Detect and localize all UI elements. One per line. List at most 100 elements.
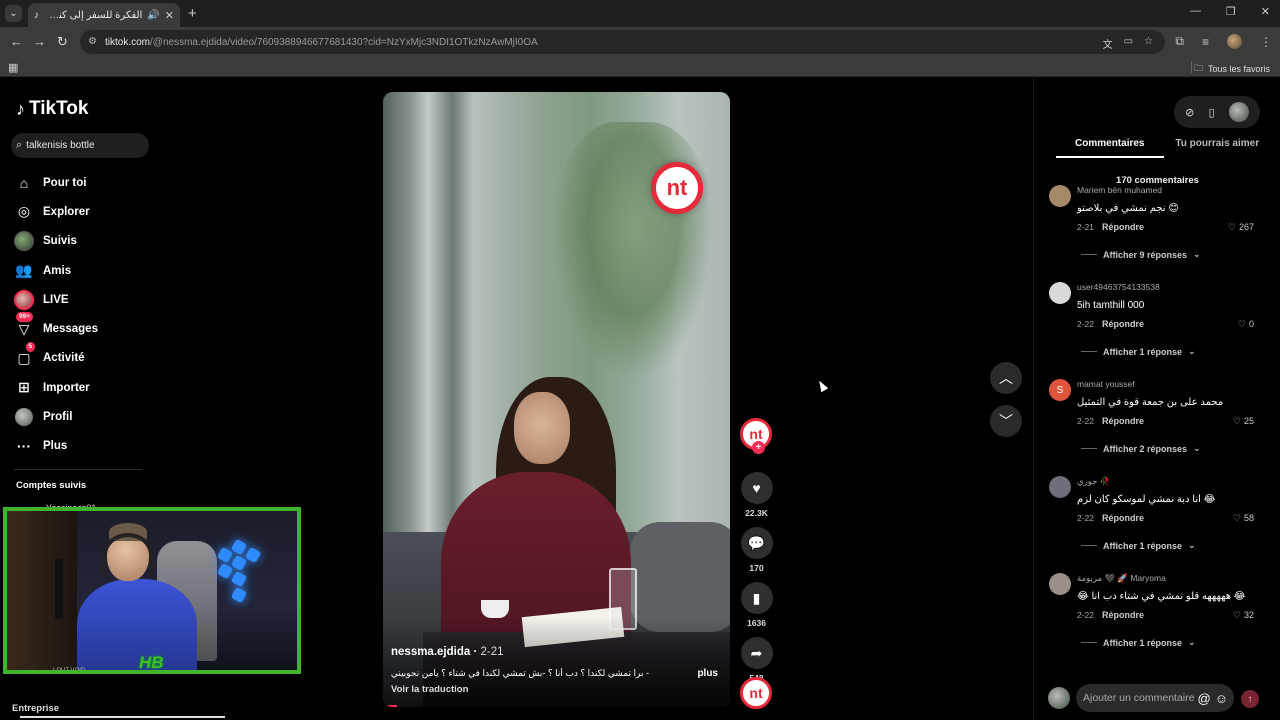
close-tab-icon[interactable]: ✕: [165, 9, 174, 22]
follow-plus-icon[interactable]: +: [752, 441, 765, 454]
share-button[interactable]: ➦: [740, 637, 773, 669]
tab-you-may-like[interactable]: Tu pourrais aimer: [1164, 138, 1272, 158]
video-author-name[interactable]: nessma.ejdida: [391, 646, 470, 658]
toolbar-actions: ⧉ ≡ ⋮: [1175, 34, 1272, 49]
site-info-icon[interactable]: ⚙: [88, 36, 100, 48]
reply-button[interactable]: Répondre: [1102, 222, 1144, 232]
cast-icon[interactable]: ▭: [1124, 36, 1133, 51]
stream-handle: LOUT VOID: [53, 668, 86, 674]
comment-like-button[interactable]: ♡ 58: [1233, 513, 1254, 524]
more-menu-icon[interactable]: ⋮: [1260, 35, 1272, 49]
user-avatar[interactable]: [1228, 102, 1249, 122]
search-input[interactable]: [26, 140, 137, 151]
video-author[interactable]: nessma.ejdida · 2-21: [391, 646, 504, 658]
video-player[interactable]: nt nessma.ejdida · 2-21 - برا تمشي لكندا…: [383, 92, 730, 707]
tab-search-menu-button[interactable]: ⌄: [5, 5, 22, 22]
like-button[interactable]: ♥: [740, 472, 773, 504]
media-control-icon[interactable]: ≡: [1202, 35, 1209, 49]
bookmark-star-icon[interactable]: ☆: [1144, 36, 1153, 51]
comment-like-button[interactable]: ♡ 25: [1233, 416, 1254, 427]
audio-playing-icon[interactable]: 🔊: [147, 10, 159, 21]
comment-like-button[interactable]: ♡ 0: [1238, 319, 1254, 330]
profile-avatar-icon[interactable]: [1227, 34, 1242, 49]
see-translation-button[interactable]: Voir la traduction: [391, 684, 468, 695]
chevron-up-icon: ︿: [999, 370, 1013, 386]
commenter-avatar[interactable]: [1049, 476, 1071, 498]
mention-at-icon[interactable]: @: [1198, 691, 1211, 706]
address-bar[interactable]: ⚙ tiktok.com/@nessma.ejdida/video/760938…: [80, 30, 1165, 54]
sidebar-item-messages[interactable]: ▽ 99+ Messages: [14, 312, 154, 343]
footer-company-link[interactable]: Entreprise: [12, 703, 59, 714]
phone-icon[interactable]: ▯: [1209, 106, 1215, 119]
apps-grid-icon[interactable]: ▦: [8, 61, 18, 74]
sidebar-item-suivis[interactable]: Suivis: [14, 227, 154, 256]
sidebar-item-pour-toi[interactable]: ⌂ Pour toi: [14, 168, 154, 197]
next-video-button[interactable]: ﹀: [990, 405, 1022, 437]
commenter-avatar[interactable]: S: [1049, 379, 1071, 401]
show-replies-button[interactable]: Afficher 1 réponse ⌄: [1081, 346, 1196, 357]
show-replies-button[interactable]: Afficher 1 réponse ⌄: [1081, 540, 1196, 551]
sidebar-item-explorer[interactable]: ◎ Explorer: [14, 197, 154, 226]
all-bookmarks-button[interactable]: 🗀 Tous les favoris: [1194, 61, 1270, 77]
emoji-icon[interactable]: ☺: [1215, 691, 1228, 706]
commenter-name[interactable]: Mariem bén muhamed: [1077, 185, 1162, 195]
video-progress-bar[interactable]: [383, 705, 397, 707]
browser-tab-active[interactable]: ♪ الفكرة للسفر إلى كندا في الث... 🔊 ✕: [28, 3, 180, 27]
show-replies-button[interactable]: Afficher 9 réponses ⌄: [1081, 249, 1201, 260]
comment-button[interactable]: 💬: [740, 527, 773, 559]
sidebar-item-plus[interactable]: ··· Plus: [14, 432, 154, 461]
search-icon: ⌕: [16, 139, 23, 151]
comment-date: 2-22: [1077, 319, 1095, 329]
comment-input[interactable]: Ajouter un commentaire... @ ☺: [1076, 684, 1234, 712]
commenter-avatar[interactable]: [1049, 282, 1071, 304]
reply-button[interactable]: Répondre: [1102, 610, 1144, 620]
sidebar-item-amis[interactable]: 👥 Amis: [14, 256, 154, 285]
reply-button[interactable]: Répondre: [1102, 319, 1144, 329]
tab-comments[interactable]: Commentaires: [1056, 138, 1164, 158]
send-arrow-icon[interactable]: ↑: [1241, 690, 1259, 708]
translate-icon[interactable]: 文: [1103, 36, 1113, 51]
show-replies-button[interactable]: Afficher 2 réponses ⌄: [1081, 443, 1201, 454]
bookmarks-separator: [1191, 61, 1192, 73]
reload-icon[interactable]: ↻: [57, 34, 68, 50]
comments-panel: ⊘ ▯ Commentaires Tu pourrais aimer 170 c…: [1033, 78, 1280, 720]
previous-video-button[interactable]: ︿: [990, 362, 1022, 394]
sidebar-item-importer[interactable]: ⊞ Importer: [14, 373, 154, 402]
commenter-name[interactable]: user49463754133538: [1077, 282, 1160, 292]
forward-arrow-icon[interactable]: →: [33, 34, 46, 49]
sidebar-item-live[interactable]: LIVE: [14, 285, 154, 314]
tiktok-logo[interactable]: ♪ TikTok: [16, 98, 88, 120]
back-arrow-icon[interactable]: ←: [10, 34, 23, 49]
comment-date: 2-22: [1077, 416, 1095, 426]
minimize-icon[interactable]: —: [1190, 5, 1201, 18]
commenter-name[interactable]: mamat youssef: [1077, 379, 1135, 389]
save-button[interactable]: ▮: [740, 582, 773, 614]
video-date: 2-21: [480, 646, 504, 658]
sound-disc-icon[interactable]: nt: [740, 677, 772, 709]
extensions-icon[interactable]: ⧉: [1175, 34, 1184, 49]
footer-scroll-indicator: [20, 716, 225, 718]
upload-plus-icon: ⊞: [18, 379, 30, 396]
window-controls: — ❐ ✕: [1190, 5, 1270, 18]
like-count: 22.3K: [745, 508, 768, 518]
new-tab-button[interactable]: +: [188, 5, 197, 22]
comment-composer: Ajouter un commentaire... @ ☺ ↑: [1048, 682, 1273, 716]
commenter-name[interactable]: جوري 🥀: [1077, 476, 1110, 487]
show-replies-button[interactable]: Afficher 1 réponse ⌄: [1081, 637, 1196, 648]
reply-button[interactable]: Répondre: [1102, 513, 1144, 523]
creator-avatar[interactable]: nt +: [740, 418, 772, 454]
compass-icon[interactable]: ⊘: [1185, 106, 1194, 119]
restore-icon[interactable]: ❐: [1226, 5, 1236, 18]
search-box[interactable]: ⌕: [11, 133, 149, 158]
comment-like-button[interactable]: ♡ 267: [1228, 222, 1254, 233]
sidebar-item-profil[interactable]: Profil: [14, 402, 154, 431]
caption-more-button[interactable]: plus: [697, 668, 718, 679]
sound-disc-logo: nt: [749, 685, 763, 701]
reply-button[interactable]: Répondre: [1102, 416, 1144, 426]
sidebar-item-activite[interactable]: ▢ 5 Activité: [14, 342, 154, 373]
commenter-name[interactable]: مريومة 🖤 🚀 Maryoma: [1077, 573, 1166, 584]
commenter-avatar[interactable]: [1049, 185, 1071, 207]
comment-like-button[interactable]: ♡ 32: [1233, 610, 1254, 621]
commenter-avatar[interactable]: [1049, 573, 1071, 595]
close-window-icon[interactable]: ✕: [1261, 5, 1270, 18]
